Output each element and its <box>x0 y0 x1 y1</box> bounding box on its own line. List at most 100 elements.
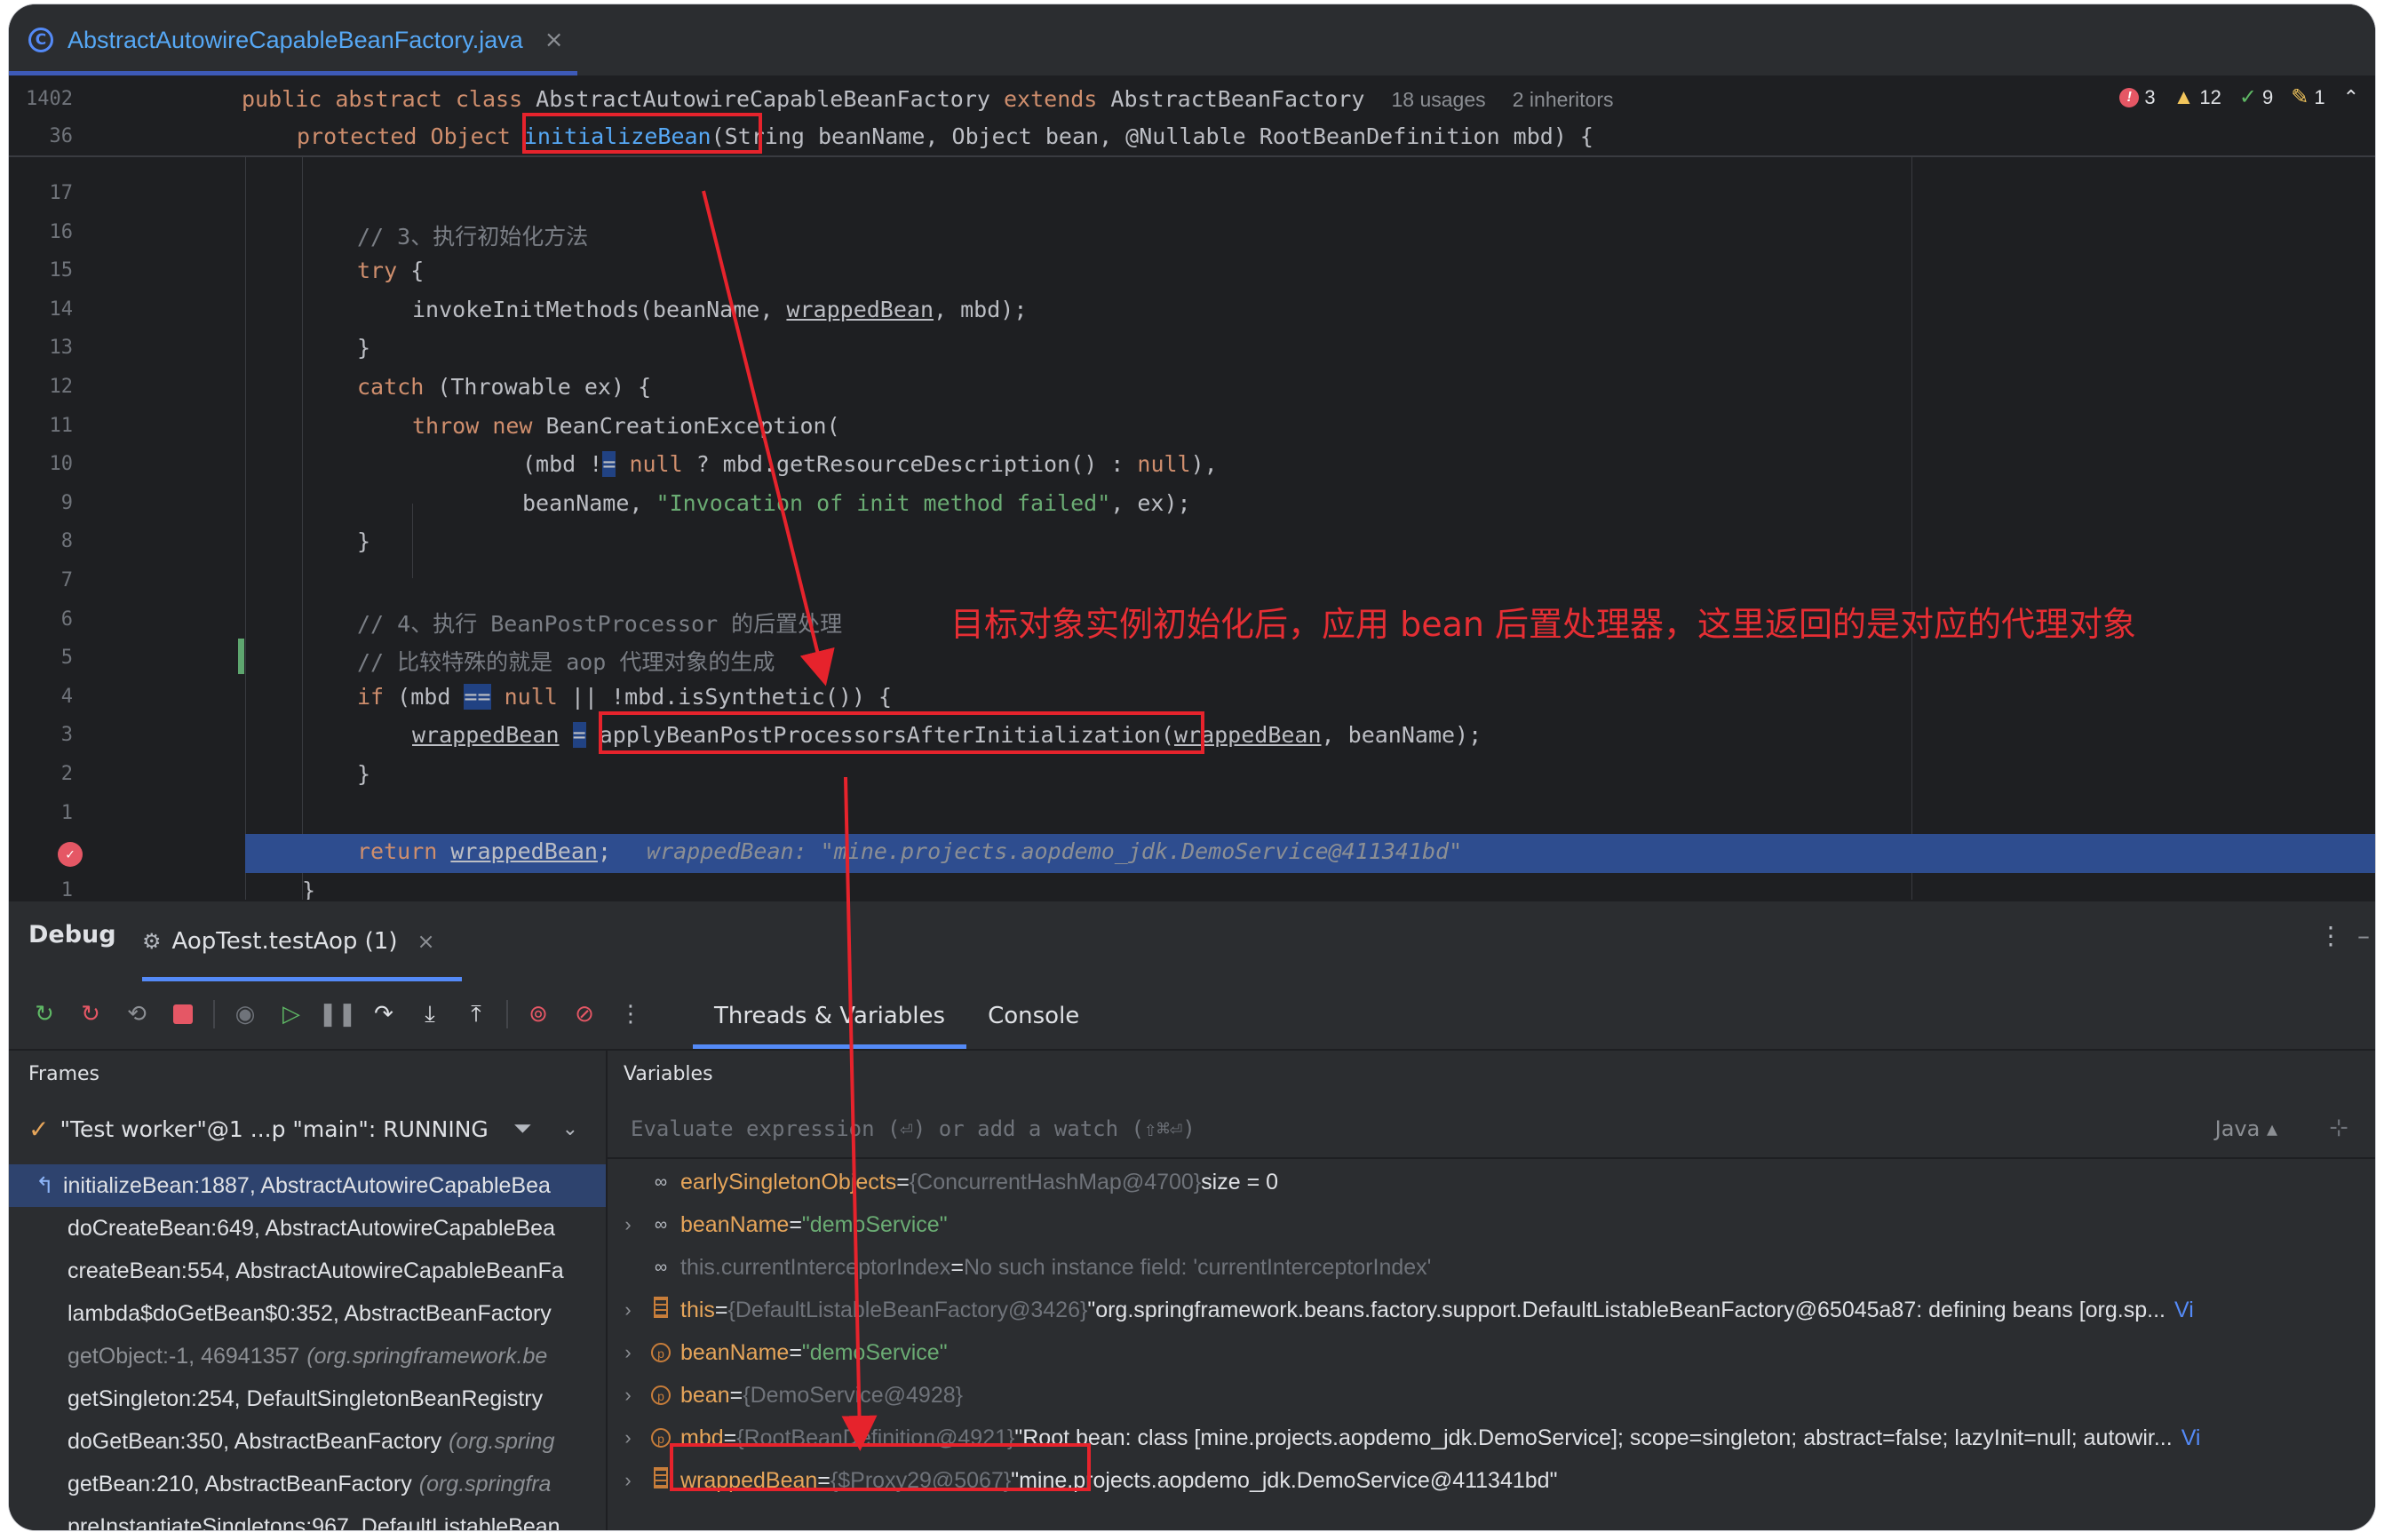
line-number: 36 <box>49 125 74 147</box>
mute-breakpoints-icon[interactable]: ⊘ <box>567 996 602 1032</box>
tab-console[interactable]: Console <box>966 983 1101 1049</box>
code-line[interactable]: throw new BeanCreationException( <box>412 413 840 439</box>
chevron-up-icon[interactable]: ⌃ <box>2343 86 2359 109</box>
stop-icon[interactable] <box>165 996 201 1032</box>
thread-label: "Test worker"@1 ...p "main": RUNNING <box>60 1115 489 1142</box>
close-icon[interactable]: × <box>417 929 435 954</box>
debug-session-tab[interactable]: ⚙ AopTest.testAop (1) × <box>142 901 462 981</box>
stack-frame[interactable]: preInstantiateSingletons:967, DefaultLis… <box>9 1505 606 1531</box>
code-line[interactable]: (mbd != null ? mbd.getResourceDescriptio… <box>522 451 1218 478</box>
view-breakpoints-icon[interactable]: ⊚ <box>521 996 556 1032</box>
language-selector[interactable]: Java ▴ <box>2215 1116 2277 1141</box>
sticky-class-line: public abstract class AbstractAutowireCa… <box>242 86 1614 112</box>
line-number: 11 <box>49 414 74 437</box>
line-number: 5 <box>60 647 73 670</box>
chevron-right-icon[interactable]: › <box>608 1384 648 1407</box>
tab-threads-variables[interactable]: Threads & Variables <box>693 983 967 1049</box>
add-watch-icon[interactable]: ⊹ <box>2329 1115 2348 1141</box>
evaluate-expression-field[interactable]: Evaluate expression (⏎) or add a watch (… <box>608 1102 2375 1159</box>
chevron-right-icon[interactable]: › <box>608 1341 648 1364</box>
check-icon: ✓ <box>2238 85 2257 109</box>
line-number: 8 <box>60 530 73 553</box>
parameter-icon: p <box>648 1427 673 1449</box>
code-line[interactable]: try { <box>357 258 424 283</box>
inheritors-hint[interactable]: 2 inheritors <box>1513 88 1614 111</box>
code-editor[interactable]: 1402 public abstract class AbstractAutow… <box>9 77 2375 903</box>
view-link[interactable]: Vi <box>2174 1298 2194 1323</box>
variable-row[interactable]: › wrappedBean = {$Proxy29@5067} "mine.pro… <box>608 1459 2375 1502</box>
more-icon[interactable]: ⋮ <box>613 996 648 1032</box>
code-line[interactable]: // 4、执行 BeanPostProcessor 的后置处理 <box>357 607 842 639</box>
code-line[interactable]: // 比较特殊的就是 aop 代理对象的生成 <box>357 645 775 677</box>
close-icon[interactable]: × <box>544 27 564 53</box>
chevron-right-icon[interactable]: › <box>608 1426 648 1449</box>
active-tab-underline <box>142 977 462 981</box>
variables-tree: ∞ earlySingletonObjects = {ConcurrentHash… <box>608 1161 2375 1530</box>
stack-frame[interactable]: doCreateBean:649, AbstractAutowireCapabl… <box>9 1207 606 1250</box>
variable-row[interactable]: › p beanName = "demoService" <box>608 1331 2375 1374</box>
code-line[interactable]: } <box>357 335 370 361</box>
resume-icon[interactable]: ▷ <box>274 996 309 1032</box>
stack-frame[interactable]: getBean:210, AbstractBeanFactory (org.spr… <box>9 1463 606 1505</box>
chevron-right-icon[interactable]: › <box>608 1298 648 1322</box>
watch-icon: ∞ <box>654 1257 668 1277</box>
step-over-icon[interactable]: ↷ <box>366 996 401 1032</box>
inline-debug-value: wrappedBean: "mine.projects.aopdemo_jdk.… <box>647 838 1463 865</box>
method-name[interactable]: initializeBean <box>524 123 711 149</box>
rerun-icon[interactable]: ↻ <box>27 996 62 1032</box>
stack-frame[interactable]: ↰ initializeBean:1887, AbstractAutowireCa… <box>9 1164 606 1207</box>
pause-icon[interactable]: ❚❚ <box>318 996 357 1032</box>
line-number: 17 <box>49 182 74 204</box>
sticky-method-line: protected Object initializeBean(String b… <box>297 123 1593 149</box>
breakpoint-icon[interactable]: ✓ <box>58 842 83 867</box>
rerun-failed-icon[interactable]: ↻ <box>73 996 108 1032</box>
watch-icon[interactable]: ◉ <box>227 996 263 1032</box>
minimize-icon[interactable]: – <box>2357 921 2370 950</box>
code-line[interactable]: beanName, "Invocation of init method fai… <box>522 490 1191 516</box>
code-line[interactable]: wrappedBean = applyBeanPostProcessorsAft… <box>412 722 1482 749</box>
thread-selector[interactable]: ✓ "Test worker"@1 ...p "main": RUNNING ⏷… <box>9 1102 606 1155</box>
variable-row[interactable]: › p mbd = {RootBeanDefinition@4921} "Root … <box>608 1417 2375 1459</box>
line-number: 2 <box>60 763 73 785</box>
variable-row[interactable]: › p bean = {DemoService@4928} <box>608 1374 2375 1417</box>
editor-tab-bar: C AbstractAutowireCapableBeanFactory.jav… <box>9 4 2375 77</box>
code-line[interactable]: return wrappedBean; wrappedBean: "mine.pr… <box>357 838 1462 864</box>
stack-frame[interactable]: getObject:-1, 46941357 (org.springframewo… <box>9 1335 606 1377</box>
code-line[interactable]: catch (Throwable ex) { <box>357 374 651 400</box>
chevron-down-icon[interactable]: ⌄ <box>562 1118 578 1140</box>
sticky-lines: 1402 public abstract class AbstractAutow… <box>9 77 2375 157</box>
typo-count: ✎ 1 <box>2291 85 2325 109</box>
restart-frame-icon[interactable]: ⟲ <box>119 996 155 1032</box>
view-link[interactable]: Vi <box>2181 1425 2201 1451</box>
evaluate-placeholder: Evaluate expression (⏎) or add a watch (… <box>631 1116 1196 1141</box>
stack-frame[interactable]: getSingleton:254, DefaultSingletonBeanRe… <box>9 1377 606 1420</box>
filter-icon[interactable]: ⏷ <box>513 1115 532 1143</box>
variable-row[interactable]: ∞ earlySingletonObjects = {ConcurrentHash… <box>608 1161 2375 1203</box>
chevron-right-icon[interactable]: › <box>608 1469 648 1492</box>
file-tab[interactable]: C AbstractAutowireCapableBeanFactory.jav… <box>9 4 577 75</box>
step-into-icon[interactable]: ⤓ <box>412 996 448 1032</box>
line-number: 9 <box>60 491 73 514</box>
code-line[interactable]: } <box>357 761 370 787</box>
inspection-widget[interactable]: ! 3 ▲ 12 ✓ 9 ✎ 1 ⌃ <box>2119 84 2359 110</box>
step-out-icon[interactable]: ⤒ <box>458 996 494 1032</box>
stack-frame[interactable]: createBean:554, AbstractAutowireCapableB… <box>9 1250 606 1292</box>
session-tab-label: AopTest.testAop (1) <box>171 928 398 955</box>
variable-row[interactable]: › ∞ beanName = "demoService" <box>608 1203 2375 1246</box>
indent-guide <box>412 504 413 578</box>
more-options-icon[interactable]: ⋮ <box>2318 921 2343 950</box>
indent-guide <box>302 157 303 900</box>
code-line[interactable]: // 3、执行初始化方法 <box>357 219 588 251</box>
variable-row[interactable]: ∞ this.currentInterceptorIndex = No such … <box>608 1246 2375 1289</box>
stack-frame[interactable]: doGetBean:350, AbstractBeanFactory (org.s… <box>9 1420 606 1463</box>
field-icon <box>648 1467 673 1494</box>
code-line[interactable]: if (mbd == null || !mbd.isSynthetic()) { <box>357 683 892 710</box>
code-line[interactable]: invokeInitMethods(beanName, wrappedBean,… <box>412 297 1027 322</box>
chevron-right-icon[interactable]: › <box>608 1213 648 1236</box>
usages-hint[interactable]: 18 usages <box>1391 88 1485 111</box>
active-tab-underline <box>9 71 577 75</box>
stack-frame[interactable]: lambda$doGetBean$0:352, AbstractBeanFact… <box>9 1292 606 1335</box>
parameter-icon: p <box>648 1342 673 1363</box>
code-line[interactable]: } <box>357 528 370 554</box>
variable-row[interactable]: › this = {DefaultListableBeanFactory@3426… <box>608 1289 2375 1331</box>
